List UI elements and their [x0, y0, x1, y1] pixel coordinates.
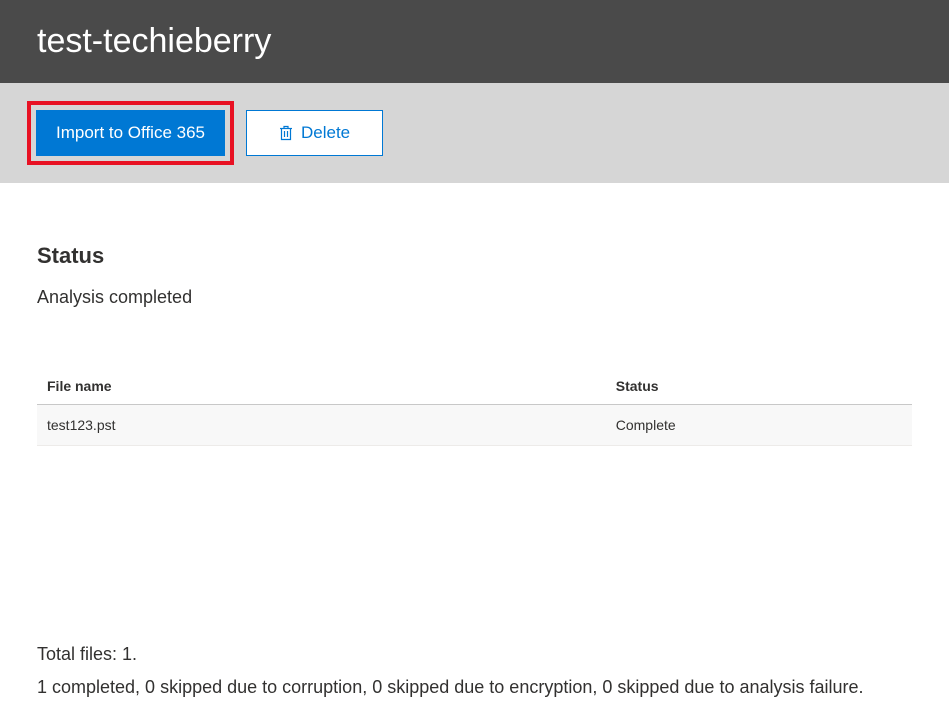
toolbar: Import to Office 365 Delete: [0, 83, 949, 183]
delete-button[interactable]: Delete: [246, 110, 383, 156]
column-header-filename: File name: [37, 368, 606, 405]
delete-button-label: Delete: [301, 123, 350, 143]
trash-icon: [279, 125, 293, 141]
cell-filename: test123.pst: [37, 405, 606, 446]
table-row: test123.pst Complete: [37, 405, 912, 446]
cell-status: Complete: [606, 405, 912, 446]
content-area: Status Analysis completed File name Stat…: [0, 183, 949, 446]
header-bar: test-techieberry: [0, 0, 949, 83]
status-text: Analysis completed: [37, 287, 912, 308]
summary: Total files: 1. 1 completed, 0 skipped d…: [37, 638, 944, 703]
import-button[interactable]: Import to Office 365: [36, 110, 225, 156]
file-table: File name Status test123.pst Complete: [37, 368, 912, 446]
summary-total: Total files: 1.: [37, 638, 944, 670]
status-heading: Status: [37, 243, 912, 269]
column-header-status: Status: [606, 368, 912, 405]
summary-details: 1 completed, 0 skipped due to corruption…: [37, 671, 944, 703]
highlight-box: Import to Office 365: [27, 101, 234, 165]
import-button-label: Import to Office 365: [56, 123, 205, 143]
page-title: test-techieberry: [37, 22, 271, 61]
